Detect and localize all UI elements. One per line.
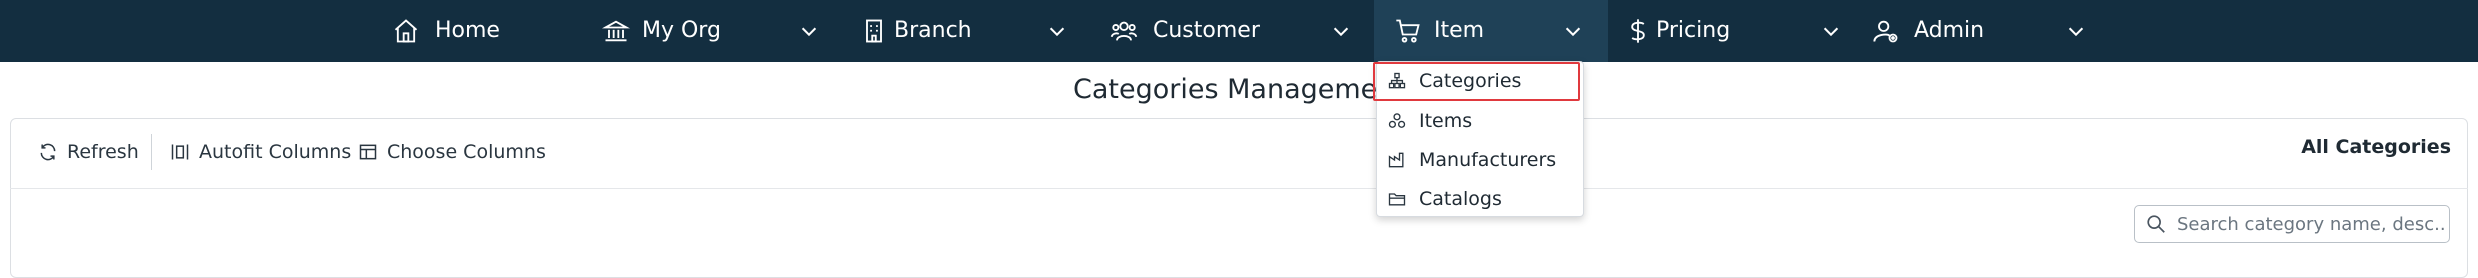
search-box[interactable] (2134, 205, 2450, 243)
nav-pricing[interactable]: Pricing (1624, 0, 1846, 62)
autofit-columns-icon (171, 144, 189, 160)
chevron-down-icon (1565, 27, 1581, 37)
chevron-down-icon (1333, 27, 1349, 37)
refresh-button[interactable]: Refresh (38, 137, 139, 167)
nav-admin[interactable]: Admin (1872, 0, 2092, 62)
chevron-down-icon (1049, 27, 1065, 37)
refresh-label: Refresh (67, 141, 139, 163)
categories-icon (1388, 72, 1406, 89)
nav-home[interactable]: Home (390, 0, 520, 62)
nav-customer[interactable]: Customer (1108, 0, 1358, 62)
menu-item-label: Categories (1419, 70, 1522, 92)
menu-item-manufacturers[interactable]: Manufacturers (1377, 142, 1583, 178)
items-icon (1388, 113, 1406, 128)
chevron-down-icon (1823, 27, 1839, 37)
folder-icon (1388, 193, 1406, 206)
nav-pricing-label: Pricing (1656, 18, 1731, 43)
menu-item-label: Catalogs (1419, 188, 1502, 210)
nav-item[interactable]: Item (1374, 0, 1608, 62)
cart-icon (1396, 19, 1420, 43)
top-navbar: Home My Org Branch Customer Item Pricing… (0, 0, 2478, 62)
chevron-down-icon (801, 27, 817, 37)
autofit-columns-button[interactable]: Autofit Columns (170, 137, 351, 167)
nav-item-label: Item (1434, 18, 1485, 43)
chevron-down-icon (2068, 27, 2084, 37)
menu-item-label: Manufacturers (1419, 149, 1557, 171)
users-icon (1110, 21, 1138, 41)
nav-customer-label: Customer (1153, 18, 1260, 43)
toolbar-divider (10, 188, 2468, 189)
dollar-icon (1631, 19, 1645, 43)
columns-icon (359, 144, 377, 160)
choose-columns-button[interactable]: Choose Columns (358, 137, 546, 167)
bank-icon (602, 20, 630, 42)
autofit-columns-label: Autofit Columns (199, 141, 352, 163)
all-categories-filter[interactable]: All Categories (2301, 132, 2451, 162)
page-title: Categories Management (1073, 74, 1405, 105)
nav-admin-label: Admin (1914, 18, 1985, 43)
menu-item-label: Items (1419, 110, 1473, 132)
choose-columns-label: Choose Columns (387, 141, 546, 163)
refresh-icon (40, 143, 56, 161)
toolbar-separator (151, 134, 152, 170)
nav-branch[interactable]: Branch (858, 0, 1068, 62)
search-input[interactable] (2177, 213, 2447, 235)
nav-my-org[interactable]: My Org (600, 0, 830, 62)
menu-item-items[interactable]: Items (1377, 103, 1583, 139)
nav-my-org-label: My Org (642, 18, 721, 43)
home-icon (394, 19, 418, 43)
menu-item-categories[interactable]: Categories (1377, 63, 1583, 99)
search-icon (2147, 215, 2165, 233)
menu-item-catalogs[interactable]: Catalogs (1377, 181, 1583, 217)
nav-home-label: Home (435, 18, 500, 43)
building-icon (866, 19, 882, 43)
item-dropdown-menu: Categories Items Manufacturers Catalogs (1376, 61, 1584, 217)
nav-branch-label: Branch (894, 18, 972, 43)
factory-icon (1388, 152, 1404, 168)
admin-user-icon (1873, 20, 1898, 43)
